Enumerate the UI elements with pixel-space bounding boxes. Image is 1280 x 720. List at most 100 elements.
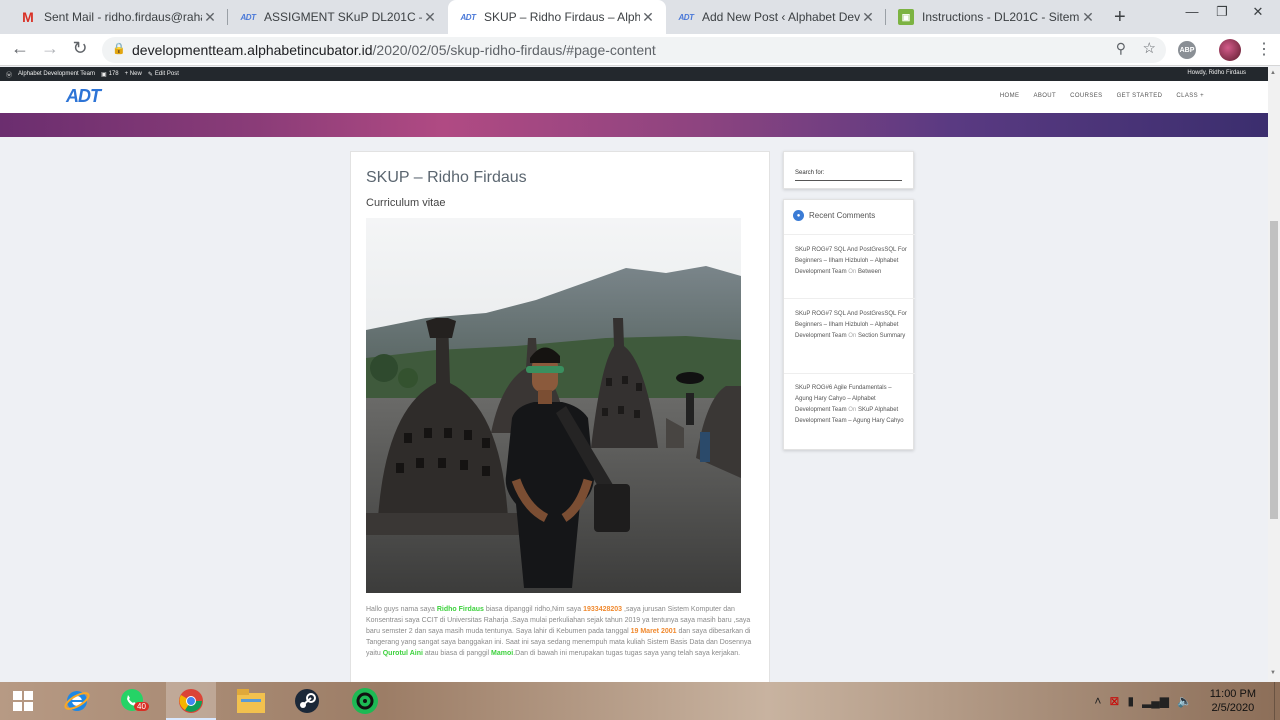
admin-new-link[interactable]: + New [125, 71, 142, 77]
gmail-icon: M [22, 9, 34, 25]
tab-title: Sent Mail - ridho.firdaus@rahar [44, 10, 202, 24]
admin-comments-count[interactable]: 178 [109, 71, 119, 77]
scroll-down-arrow[interactable]: ▼ [1270, 670, 1276, 676]
lecturer-name: Qurotul Aini [382, 650, 423, 657]
recent-comment-item: SKuP ROG#7 SQL And PostGresSQL For Begin… [795, 245, 909, 278]
chrome-icon[interactable] [176, 686, 206, 716]
birth-date: 19 Maret 2001 [630, 628, 677, 635]
nav-courses[interactable]: COURSES [1070, 93, 1102, 99]
tab-title: SKUP – Ridho Firdaus – Alphabe [484, 10, 640, 24]
system-tray: ˄ ⊠ ▮ ▂▄▆ 🔈 [1094, 694, 1192, 708]
new-tab-button[interactable]: + [1114, 6, 1126, 29]
site-logo[interactable]: ADT [66, 86, 101, 107]
post-article: SKUP – Ridho Firdaus Curriculum vitae Ha… [350, 151, 770, 691]
adt-icon: ADT [678, 12, 694, 22]
window-close-button[interactable]: ✕ [1240, 4, 1276, 20]
profile-photo [366, 218, 741, 593]
search-input[interactable] [795, 180, 902, 181]
comment-on-text: On [848, 407, 857, 413]
forward-button[interactable]: → [38, 38, 62, 59]
nav-get-started[interactable]: GET STARTED [1117, 93, 1163, 99]
divider [784, 234, 915, 235]
back-button[interactable]: ← [8, 38, 32, 59]
chrome-menu-icon[interactable]: ⋮ [1256, 39, 1272, 59]
lock-icon: 🔒 [112, 43, 126, 55]
tray-overflow-icon[interactable]: ˄ [1094, 694, 1101, 708]
browser-tab-strip: M Sent Mail - ridho.firdaus@rahar ✕ ADT … [0, 0, 1280, 34]
signal-icon[interactable]: ▂▄▆ [1142, 694, 1169, 708]
wordpress-icon[interactable]: ⓦ [6, 70, 12, 79]
url-host: developmentteam.alphabetincubator.id [132, 42, 373, 58]
steam-icon[interactable] [292, 686, 322, 716]
clock-time: 11:00 PM [1209, 688, 1256, 700]
divider [784, 373, 915, 374]
camtasia-icon[interactable] [350, 686, 380, 716]
tab-title: Instructions - DL201C - Sitem B [922, 10, 1080, 24]
close-icon[interactable]: ✕ [202, 9, 218, 26]
tab-add-new-post[interactable]: ADT Add New Post ‹ Alphabet Devel ✕ [666, 0, 886, 34]
tab-instructions[interactable]: ▣ Instructions - DL201C - Sitem B ✕ [886, 0, 1106, 34]
restore-button[interactable]: ❐ [1204, 4, 1240, 20]
comments-icon: ● [793, 210, 804, 221]
comment-on-text: On [848, 333, 857, 339]
recent-comments-widget: ● Recent Comments SKuP ROG#7 SQL And Pos… [783, 199, 915, 450]
taskbar-clock[interactable]: 11:00 PM 2/5/2020 [1210, 687, 1256, 715]
battery-icon[interactable]: ▮ [1127, 694, 1134, 708]
bookmark-star-icon[interactable]: ☆ [1143, 39, 1156, 57]
nav-home[interactable]: HOME [1000, 93, 1020, 99]
adt-icon: ADT [460, 12, 476, 22]
windows-taskbar: 40 ˄ ⊠ ▮ ▂▄▆ 🔈 11:00 PM 2/5/2020 [0, 682, 1280, 720]
tab-title: ASSIGMENT SKuP DL201C – Vic [264, 10, 422, 24]
page-scrollbar[interactable]: ▲ ▼ [1268, 67, 1280, 682]
comment-icon[interactable]: ▣ [101, 71, 107, 78]
nav-class[interactable]: CLASS + [1176, 93, 1204, 99]
clock-date: 2/5/2020 [1211, 702, 1255, 714]
internet-explorer-icon[interactable] [62, 686, 92, 716]
volume-icon[interactable]: 🔈 [1177, 694, 1192, 708]
admin-edit-post-link[interactable]: Edit Post [155, 71, 179, 77]
search-widget: Search for: [783, 151, 914, 189]
comment-on-text: On [848, 269, 857, 275]
adblock-plus-extension[interactable]: ABP [1178, 41, 1196, 59]
lecturer-nickname: Mamoi [491, 650, 514, 657]
scrollbar-thumb[interactable] [1270, 221, 1278, 519]
wp-admin-bar: ⓦ Alphabet Development Team ▣ 178 + New … [0, 67, 1268, 81]
reload-button[interactable]: ↻ [68, 38, 92, 59]
profile-avatar[interactable] [1219, 39, 1241, 61]
student-id: 1933428203 [583, 606, 623, 613]
browser-toolbar: ← → ↻ 🔒 developmentteam.alphabetincubato… [0, 34, 1280, 66]
admin-howdy[interactable]: Howdy, Ridho Firdaus [1187, 70, 1246, 76]
show-desktop-button[interactable] [1274, 682, 1280, 720]
divider [784, 298, 915, 299]
file-explorer-icon[interactable] [236, 686, 266, 716]
recent-comment-item: SKuP ROG#7 SQL And PostGresSQL For Begin… [795, 309, 909, 342]
url-path: /2020/02/05/skup-ridho-firdaus/#page-con… [372, 42, 656, 58]
post-subtitle: Curriculum vitae [366, 197, 446, 209]
comment-post-link[interactable]: Section Summary [858, 333, 905, 339]
address-bar[interactable]: 🔒 developmentteam.alphabetincubator.id/2… [102, 37, 1166, 63]
site-header: ADT HOME ABOUT COURSES GET STARTED CLASS… [0, 81, 1268, 113]
admin-site-name[interactable]: Alphabet Development Team [18, 71, 95, 77]
windows-start-icon[interactable] [8, 686, 38, 716]
whatsapp-badge: 40 [134, 702, 149, 711]
body-text: biasa dipanggil ridho,Nim saya [483, 606, 584, 613]
whatsapp-icon[interactable]: 40 [118, 686, 149, 716]
zoom-icon[interactable]: ⚲ [1116, 40, 1126, 57]
close-icon[interactable]: ✕ [1080, 9, 1096, 26]
tab-sent-mail[interactable]: M Sent Mail - ridho.firdaus@rahar ✕ [8, 0, 228, 34]
instructions-icon: ▣ [898, 9, 914, 25]
main-nav: HOME ABOUT COURSES GET STARTED CLASS + [1000, 93, 1204, 99]
tab-title: Add New Post ‹ Alphabet Devel [702, 10, 860, 24]
post-body: Hallo guys nama saya Ridho Firdaus biasa… [366, 604, 758, 659]
network-error-icon[interactable]: ⊠ [1109, 694, 1119, 708]
body-text: .Dan di bawah ini merupakan tugas tugas … [513, 650, 741, 657]
tab-skup-ridho-firdaus[interactable]: ADT SKUP – Ridho Firdaus – Alphabe ✕ [448, 0, 666, 34]
tab-assigment-skup[interactable]: ADT ASSIGMENT SKuP DL201C – Vic ✕ [228, 0, 448, 34]
adt-icon: ADT [240, 12, 256, 22]
scroll-up-arrow[interactable]: ▲ [1270, 70, 1276, 76]
close-icon[interactable]: ✕ [860, 9, 876, 26]
nav-about[interactable]: ABOUT [1033, 93, 1056, 99]
close-icon[interactable]: ✕ [640, 9, 656, 26]
comment-post-link[interactable]: Between [858, 269, 881, 275]
close-icon[interactable]: ✕ [422, 9, 438, 26]
